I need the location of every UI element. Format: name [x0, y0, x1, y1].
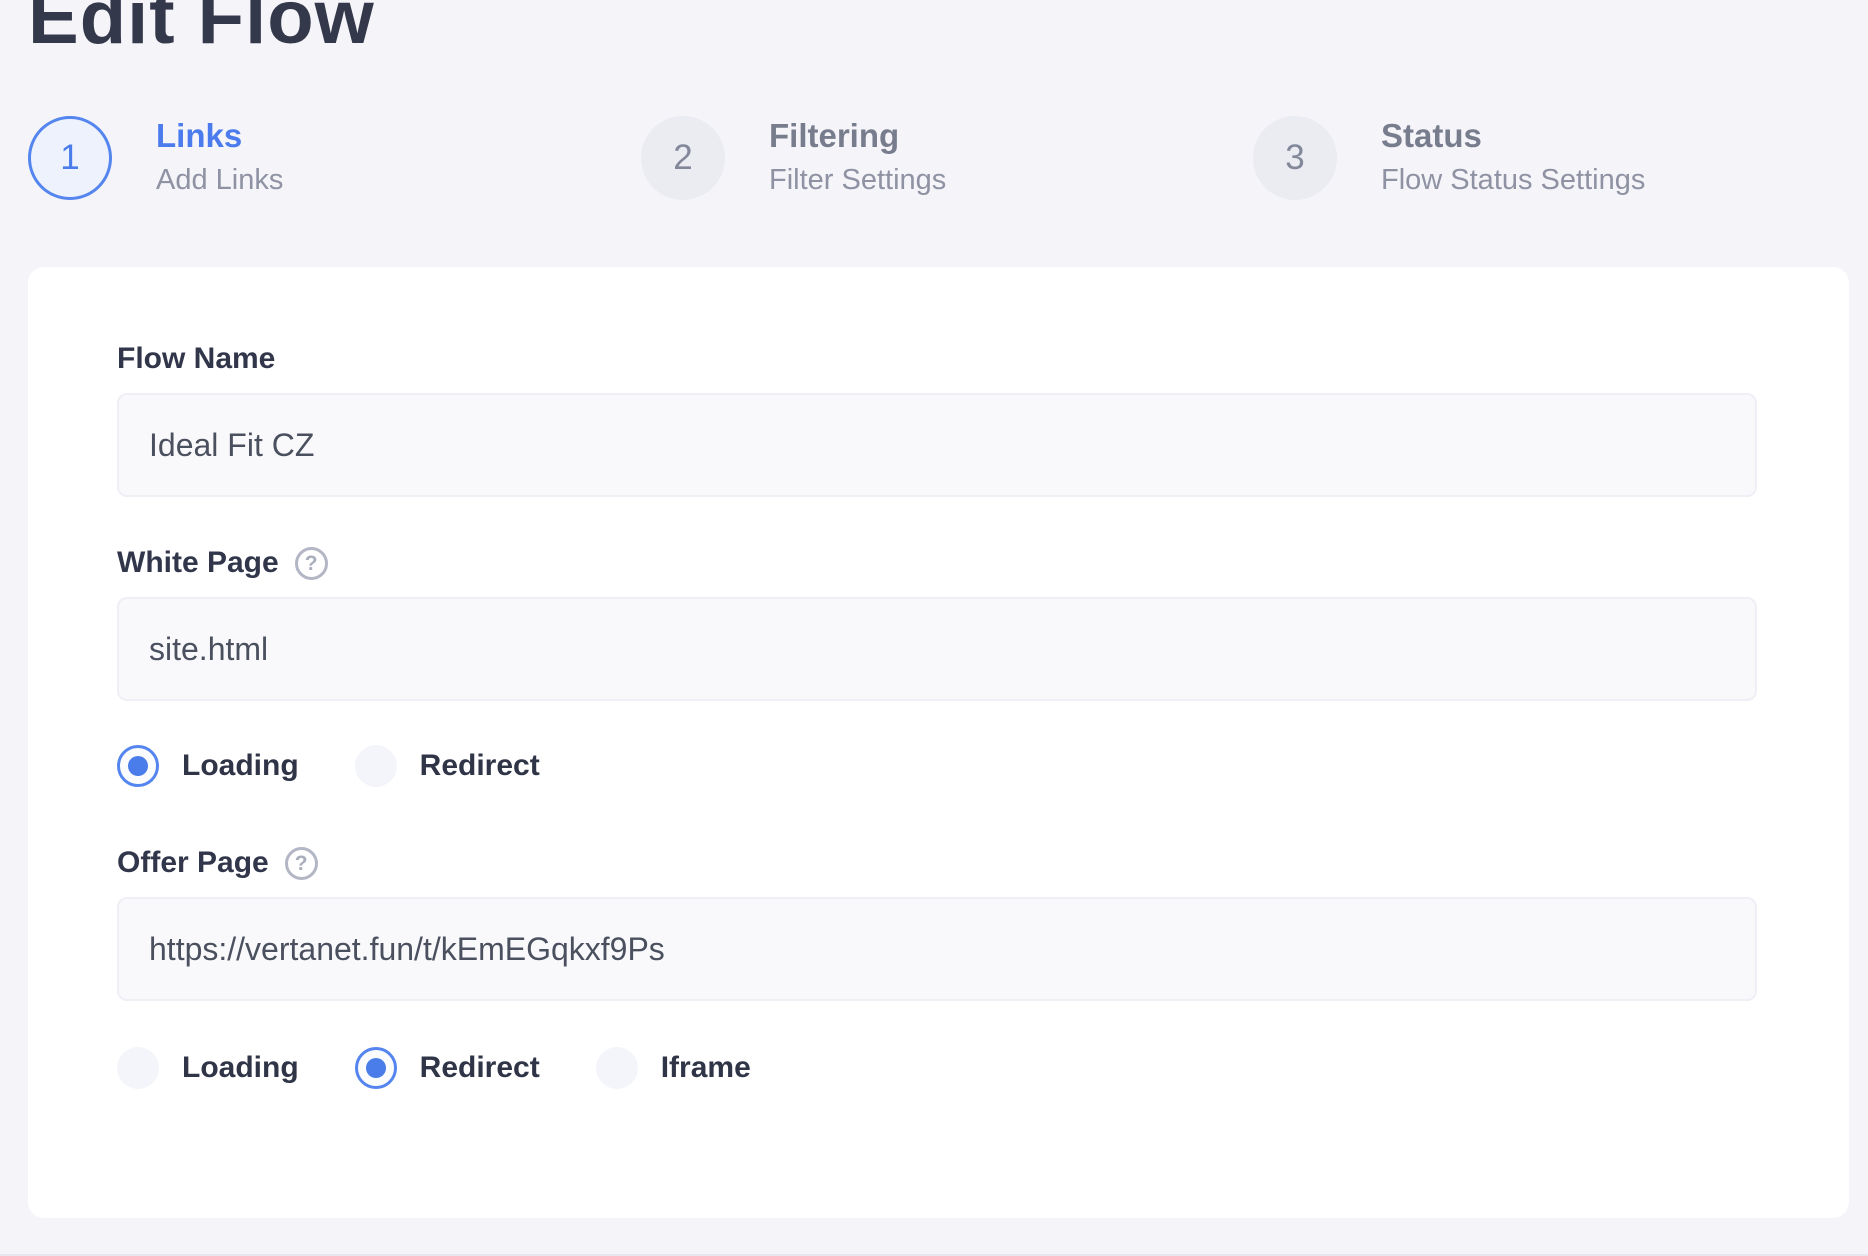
step-links-subtitle: Add Links	[156, 164, 283, 197]
step-links-title: Links	[156, 119, 283, 154]
radio-circle-icon	[596, 1047, 638, 1089]
flow-name-input[interactable]	[117, 393, 1757, 497]
step-links[interactable]: 1 Links Add Links	[28, 116, 283, 200]
white-page-redirect-radio[interactable]: Redirect	[355, 745, 540, 787]
radio-circle-icon	[355, 1047, 397, 1089]
offer-page-redirect-label: Redirect	[420, 1051, 540, 1085]
step-filtering-number-badge: 2	[641, 116, 725, 200]
offer-page-label-text: Offer Page	[117, 846, 269, 880]
step-filtering-title: Filtering	[769, 119, 946, 154]
step-filtering-text: Filtering Filter Settings	[769, 119, 946, 197]
offer-page-iframe-radio[interactable]: Iframe	[596, 1047, 751, 1089]
radio-circle-icon	[117, 745, 159, 787]
step-status-text: Status Flow Status Settings	[1381, 119, 1645, 197]
offer-page-loading-label: Loading	[182, 1051, 299, 1085]
offer-page-iframe-label: Iframe	[661, 1051, 751, 1085]
white-page-input[interactable]	[117, 597, 1757, 701]
flow-name-label: Flow Name	[117, 341, 1757, 377]
step-links-text: Links Add Links	[156, 119, 283, 197]
white-page-help-icon[interactable]: ?	[295, 547, 328, 580]
step-links-number-badge: 1	[28, 116, 112, 200]
white-page-mode-radio-group: Loading Redirect	[117, 745, 1757, 787]
wizard-stepper: 1 Links Add Links 2 Filtering Filter Set…	[0, 116, 1868, 206]
white-page-label-text: White Page	[117, 546, 279, 580]
step-status-number-badge: 3	[1253, 116, 1337, 200]
white-page-loading-label: Loading	[182, 749, 299, 783]
offer-page-loading-radio[interactable]: Loading	[117, 1047, 299, 1089]
page-title: Edit Flow	[28, 0, 375, 56]
offer-page-redirect-radio[interactable]: Redirect	[355, 1047, 540, 1089]
radio-circle-icon	[117, 1047, 159, 1089]
white-page-redirect-label: Redirect	[420, 749, 540, 783]
white-page-loading-radio[interactable]: Loading	[117, 745, 299, 787]
step-filtering-subtitle: Filter Settings	[769, 164, 946, 197]
offer-page-input[interactable]	[117, 897, 1757, 1001]
step-status-title: Status	[1381, 119, 1645, 154]
offer-page-mode-radio-group: Loading Redirect Iframe	[117, 1047, 1757, 1089]
step-status[interactable]: 3 Status Flow Status Settings	[1253, 116, 1645, 200]
step-status-subtitle: Flow Status Settings	[1381, 164, 1645, 197]
white-page-label: White Page ?	[117, 545, 1757, 581]
edit-flow-form-card: Flow Name White Page ? Loading Redirect …	[28, 267, 1849, 1218]
step-filtering[interactable]: 2 Filtering Filter Settings	[641, 116, 946, 200]
flow-name-label-text: Flow Name	[117, 342, 275, 376]
radio-circle-icon	[355, 745, 397, 787]
offer-page-label: Offer Page ?	[117, 845, 1757, 881]
offer-page-help-icon[interactable]: ?	[285, 847, 318, 880]
